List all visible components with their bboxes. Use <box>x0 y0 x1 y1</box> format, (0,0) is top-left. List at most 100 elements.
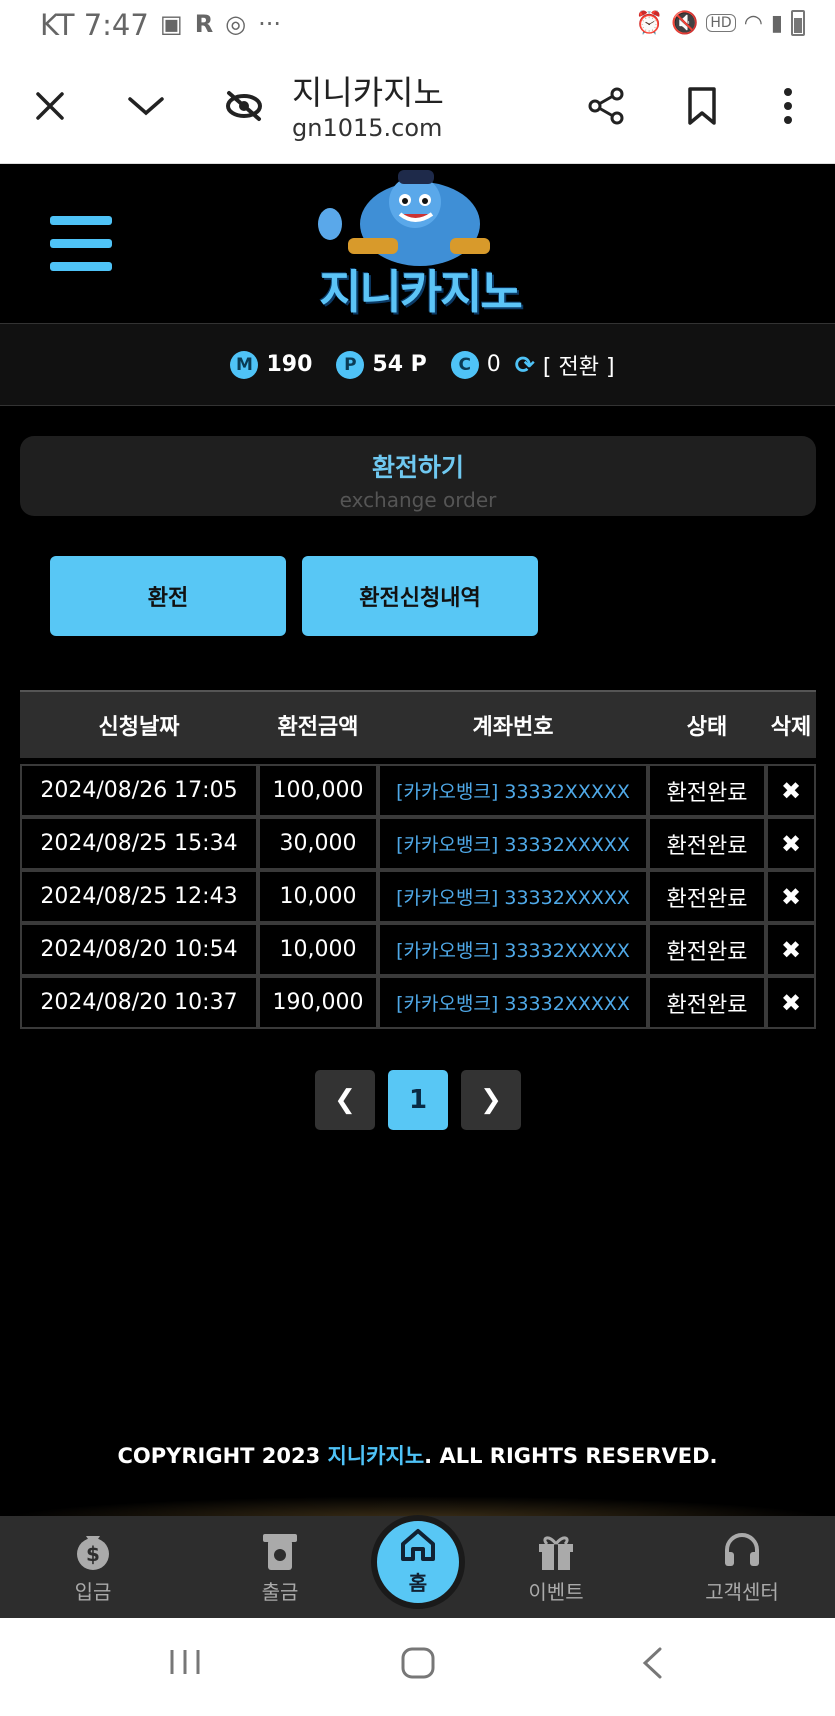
logo-text: 지니카지노 <box>319 265 523 319</box>
row-status: 환전완료 <box>648 764 766 817</box>
table-row: 2024/08/25 12:43 10,000 [카카오뱅크] 33332XXX… <box>20 870 816 923</box>
copyright-prefix: COPYRIGHT 2023 <box>117 1444 328 1468</box>
gift-icon <box>496 1526 616 1576</box>
battery-icon <box>791 10 805 36</box>
copyright-brand: 지니카지노 <box>327 1444 425 1468</box>
notification-icons: ▣ R ◎ ··· <box>160 10 281 38</box>
copyright-suffix: . ALL RIGHTS RESERVED. <box>424 1444 718 1468</box>
row-amount: 30,000 <box>258 817 378 870</box>
row-amount: 100,000 <box>258 764 378 817</box>
delete-icon[interactable]: ✖ <box>766 764 816 817</box>
nav-home[interactable]: 홈 <box>371 1515 465 1609</box>
delete-icon[interactable]: ✖ <box>766 870 816 923</box>
table-row: 2024/08/25 15:34 30,000 [카카오뱅크] 33332XXX… <box>20 817 816 870</box>
row-status: 환전완료 <box>648 817 766 870</box>
more-icon: ··· <box>258 10 282 38</box>
row-account: [카카오뱅크] 33332XXXXX <box>378 817 648 870</box>
row-amount: 10,000 <box>258 923 378 976</box>
signal-icon: ▮ <box>770 10 783 36</box>
col-date: 신청날짜 <box>20 690 258 758</box>
home-nav-icon[interactable] <box>400 1646 436 1689</box>
r-icon: R <box>194 10 214 38</box>
col-delete: 삭제 <box>766 690 816 758</box>
bookmark-icon[interactable] <box>682 84 722 128</box>
row-account: [카카오뱅크] 33332XXXXX <box>378 870 648 923</box>
delete-icon[interactable]: ✖ <box>766 817 816 870</box>
close-icon[interactable] <box>30 86 70 126</box>
page-1-button[interactable]: 1 <box>388 1070 448 1130</box>
nav-support[interactable]: 고객센터 <box>682 1526 802 1605</box>
row-account: [카카오뱅크] 33332XXXXX <box>378 923 648 976</box>
delete-icon[interactable]: ✖ <box>766 923 816 976</box>
money-badge-icon: M <box>230 350 259 379</box>
chevron-down-icon[interactable] <box>124 86 168 126</box>
system-icons: ⏰ 🔇 HD ◠ ▮ <box>636 10 805 36</box>
casino-badge-icon: C <box>450 350 479 379</box>
table-row: 2024/08/26 17:05 100,000 [카카오뱅크] 33332XX… <box>20 764 816 817</box>
nav-deposit-label: 입금 <box>74 1580 112 1604</box>
col-status: 상태 <box>648 690 766 758</box>
exchange-history-table: 신청날짜 환전금액 계좌번호 상태 삭제 2024/08/26 17:05 10… <box>20 690 816 1029</box>
recents-icon[interactable] <box>168 1646 202 1687</box>
delete-icon[interactable]: ✖ <box>766 976 816 1029</box>
nav-deposit[interactable]: $ 입금 <box>33 1526 153 1605</box>
row-date: 2024/08/26 17:05 <box>20 764 258 817</box>
hd-icon: HD <box>706 14 736 32</box>
balance-bar: M 190 P 54 P C 0 ⟳ [ 전환 ] <box>0 324 835 406</box>
more-vert-icon[interactable] <box>778 84 798 128</box>
nav-event-label: 이벤트 <box>528 1580 584 1604</box>
tab-exchange-history[interactable]: 환전신청내역 <box>302 556 538 636</box>
atm-icon <box>220 1526 340 1576</box>
section-header: 환전하기 exchange order <box>20 436 816 516</box>
next-page-button[interactable]: ❯ <box>461 1070 521 1130</box>
point-value: 54 P <box>372 352 427 377</box>
row-date: 2024/08/25 15:34 <box>20 817 258 870</box>
nav-support-label: 고객센터 <box>705 1580 779 1604</box>
table-header-row: 신청날짜 환전금액 계좌번호 상태 삭제 <box>20 690 816 758</box>
page-url[interactable]: gn1015.com <box>292 114 442 142</box>
row-date: 2024/08/25 12:43 <box>20 870 258 923</box>
status-bar: KT 7:47 ▣ R ◎ ··· ⏰ 🔇 HD ◠ ▮ <box>0 0 835 50</box>
row-account: [카카오뱅크] 33332XXXXX <box>378 976 648 1029</box>
system-nav-bar <box>0 1618 835 1716</box>
prev-page-button[interactable]: ❮ <box>315 1070 375 1130</box>
point-badge-icon: P <box>336 350 365 379</box>
image-icon: ▣ <box>160 10 183 38</box>
home-icon <box>399 1528 437 1567</box>
hidden-eye-icon[interactable] <box>222 86 266 126</box>
refresh-icon[interactable]: ⟳ <box>515 351 535 379</box>
row-status: 환전완료 <box>648 976 766 1029</box>
alarm-icon: ⏰ <box>635 10 663 36</box>
copyright: COPYRIGHT 2023 지니카지노. ALL RIGHTS RESERVE… <box>0 1440 835 1470</box>
row-status: 환전완료 <box>648 923 766 976</box>
nav-withdraw[interactable]: 출금 <box>220 1526 340 1605</box>
row-date: 2024/08/20 10:37 <box>20 976 258 1029</box>
mute-icon: 🔇 <box>670 10 699 36</box>
convert-button[interactable]: [ 전환 ] <box>543 349 615 381</box>
nav-event[interactable]: 이벤트 <box>496 1526 616 1605</box>
row-account: [카카오뱅크] 33332XXXXX <box>378 764 648 817</box>
dollar-bag-icon: $ <box>33 1526 153 1576</box>
menu-icon[interactable] <box>50 216 112 272</box>
back-icon[interactable] <box>640 1646 664 1689</box>
site-header: 지니카지노 <box>0 164 835 324</box>
site-logo[interactable]: 지니카지노 <box>290 164 550 324</box>
row-status: 환전완료 <box>648 870 766 923</box>
chrome-icon: ◎ <box>225 10 247 38</box>
svg-text:$: $ <box>86 1542 100 1566</box>
section-subtitle: exchange order <box>339 488 497 512</box>
wifi-icon: ◠ <box>743 10 763 36</box>
table-row: 2024/08/20 10:37 190,000 [카카오뱅크] 33332XX… <box>20 976 816 1029</box>
tab-exchange[interactable]: 환전 <box>50 556 286 636</box>
browser-toolbar: 지니카지노 gn1015.com <box>0 50 835 164</box>
row-amount: 190,000 <box>258 976 378 1029</box>
row-amount: 10,000 <box>258 870 378 923</box>
table-row: 2024/08/20 10:54 10,000 [카카오뱅크] 33332XXX… <box>20 923 816 976</box>
share-icon[interactable] <box>584 84 628 128</box>
casino-value: 0 <box>486 352 501 377</box>
headset-icon <box>682 1526 802 1576</box>
col-amount: 환전금액 <box>258 690 378 758</box>
page-title: 지니카지노 <box>292 73 444 112</box>
row-date: 2024/08/20 10:54 <box>20 923 258 976</box>
nav-withdraw-label: 출금 <box>261 1580 299 1604</box>
